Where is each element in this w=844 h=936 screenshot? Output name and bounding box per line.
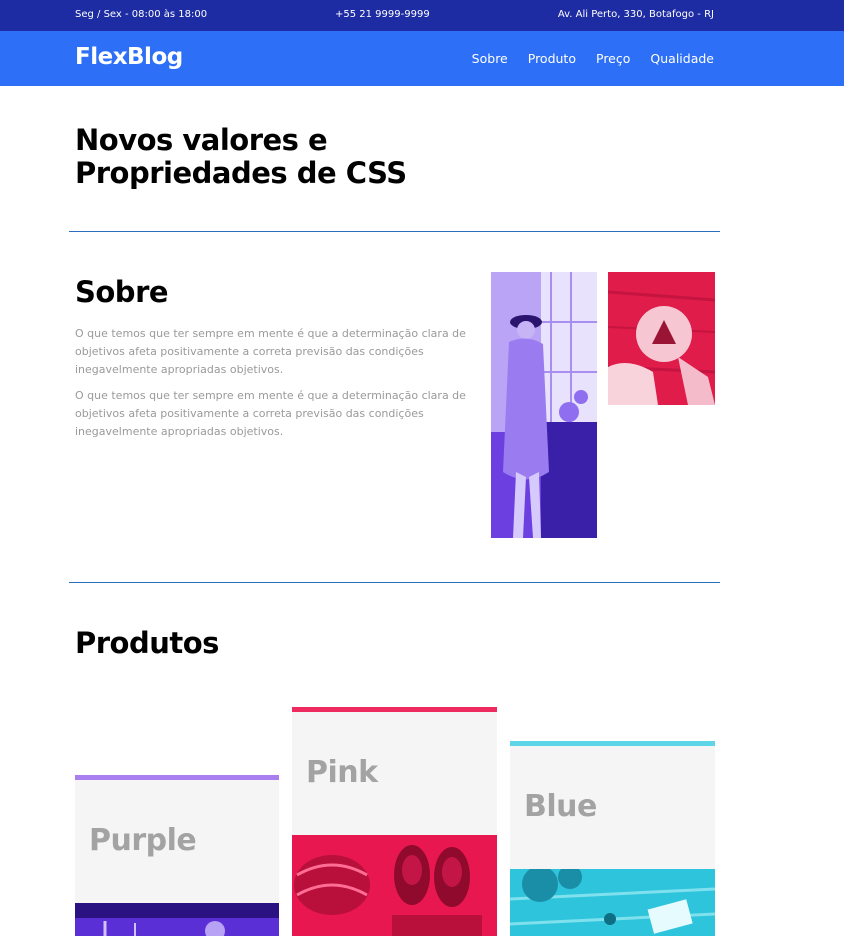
card-accent-stripe xyxy=(510,741,715,746)
card-title: Blue xyxy=(524,789,597,824)
site-header: FlexBlog Sobre Produto Preço Qualidade xyxy=(0,31,844,86)
produtos-heading: Produtos xyxy=(75,626,219,660)
sobre-paragraph-2: O que temos que ter sempre em mente é qu… xyxy=(75,389,466,438)
card-image xyxy=(292,835,497,936)
card-accent-stripe xyxy=(292,707,497,712)
top-info-bar: Seg / Sex - 08:00 às 18:00 +55 21 9999-9… xyxy=(0,0,844,31)
nav-link-sobre[interactable]: Sobre xyxy=(472,51,508,66)
card-accent-stripe xyxy=(75,775,279,780)
product-card-blue[interactable]: Blue xyxy=(510,741,715,936)
card-image xyxy=(75,903,279,936)
main-nav: Sobre Produto Preço Qualidade xyxy=(472,51,714,66)
product-card-purple[interactable]: Purple xyxy=(75,775,279,936)
product-card-pink[interactable]: Pink xyxy=(292,707,497,936)
site-logo[interactable]: FlexBlog xyxy=(75,44,183,70)
address: Av. Ali Perto, 330, Botafogo - RJ xyxy=(557,9,714,20)
page-title: Novos valores e Propriedades de CSS xyxy=(75,123,407,190)
card-image xyxy=(510,869,715,936)
card-title: Pink xyxy=(306,755,378,790)
hands-photo xyxy=(608,272,715,405)
woman-photo xyxy=(491,272,597,538)
nav-link-produto[interactable]: Produto xyxy=(528,51,576,66)
section-divider xyxy=(69,582,720,583)
sobre-heading: Sobre xyxy=(75,275,169,309)
nav-link-qualidade[interactable]: Qualidade xyxy=(650,51,714,66)
nav-link-preco[interactable]: Preço xyxy=(596,51,630,66)
phone-number: +55 21 9999-9999 xyxy=(335,9,430,20)
card-title: Purple xyxy=(89,823,197,858)
section-divider xyxy=(69,231,720,232)
business-hours: Seg / Sex - 08:00 às 18:00 xyxy=(75,9,208,20)
sobre-paragraph-1: O que temos que ter sempre em mente é qu… xyxy=(75,327,466,376)
